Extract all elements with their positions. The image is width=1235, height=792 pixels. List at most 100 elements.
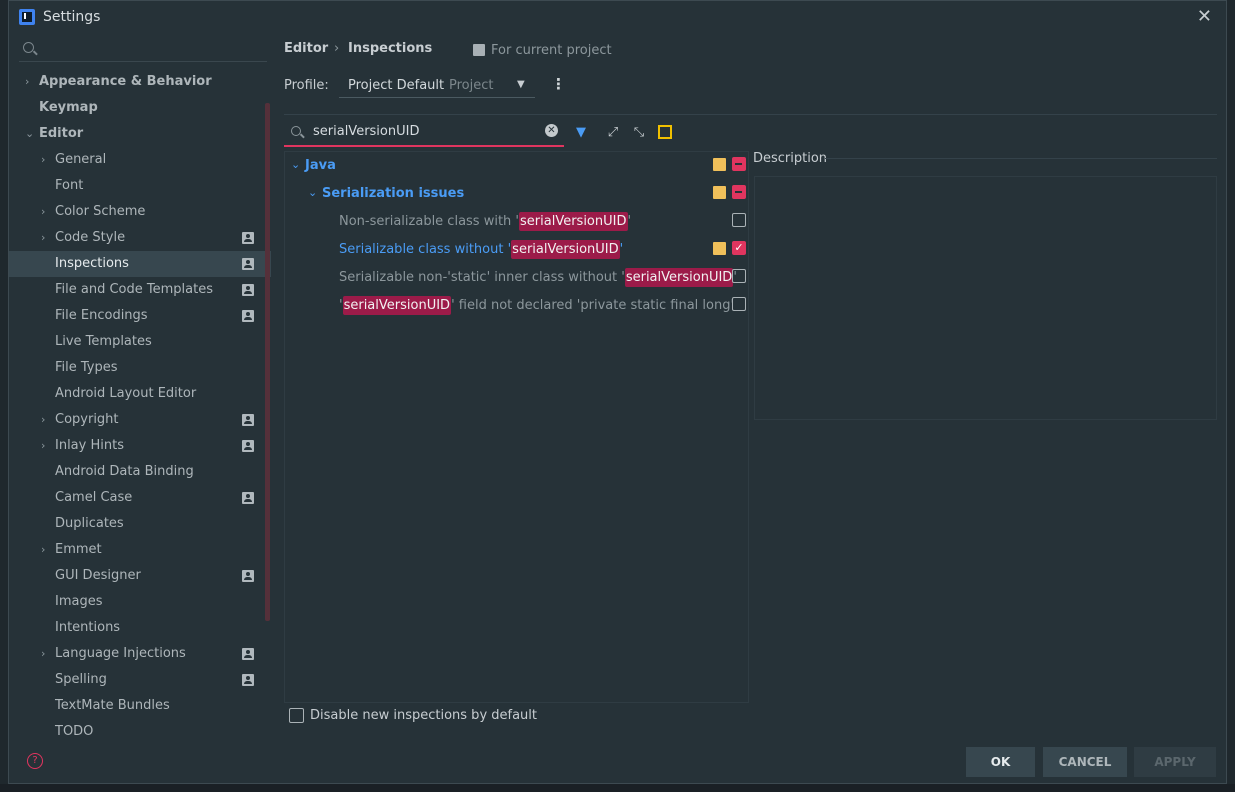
expand-all-icon[interactable]: ⤢ (605, 125, 621, 141)
group-checkbox[interactable] (732, 157, 746, 171)
sidebar-item-font[interactable]: Font (9, 173, 271, 199)
sidebar-item-images[interactable]: Images (9, 589, 271, 615)
reset-icon[interactable] (658, 125, 672, 139)
search-highlight: serialVersionUID (624, 268, 734, 287)
sidebar-item-file-and-code-templates[interactable]: File and Code Templates (9, 277, 271, 303)
more-options-icon[interactable]: ⋮ (551, 77, 566, 92)
sidebar-item-label: General (55, 152, 107, 167)
sidebar-search-input[interactable] (19, 39, 267, 62)
sidebar-item-file-types[interactable]: File Types (9, 355, 271, 381)
sidebar-item-label: Emmet (55, 542, 102, 557)
sidebar-item-duplicates[interactable]: Duplicates (9, 511, 271, 537)
chevron-right-icon[interactable]: › (41, 407, 45, 433)
inspection-row[interactable]: Serializable non-'static' inner class wi… (285, 264, 748, 292)
sidebar-item-emmet[interactable]: › Emmet (9, 537, 271, 563)
close-icon[interactable]: ✕ (1197, 6, 1212, 27)
inspection-label: Serializable non-'static' inner class wi… (339, 268, 737, 287)
collapse-all-icon[interactable]: ⤡ (631, 125, 647, 141)
profile-value: Project Default (348, 78, 445, 93)
sidebar-item-label: Live Templates (55, 334, 152, 349)
description-label: Description (753, 151, 828, 166)
chevron-right-icon[interactable]: › (41, 537, 45, 563)
clear-search-icon[interactable]: ✕ (545, 124, 558, 137)
sidebar-item-appearance-behavior[interactable]: › Appearance & Behavior (9, 69, 271, 95)
sidebar-item-code-style[interactable]: › Code Style (9, 225, 271, 251)
background-right (1227, 0, 1235, 792)
inspection-row[interactable]: Non-serializable class with 'serialVersi… (285, 208, 748, 236)
chevron-down-icon[interactable]: ⌄ (25, 121, 34, 147)
inspection-checkbox-checked[interactable]: ✓ (732, 241, 746, 255)
ok-button[interactable]: OK (966, 747, 1035, 777)
sidebar-item-label: Spelling (55, 672, 107, 687)
tree-row-serialization[interactable]: ⌄ Serialization issues (285, 180, 748, 208)
sidebar-item-live-templates[interactable]: Live Templates (9, 329, 271, 355)
inspection-label: Serializable class without 'serialVersio… (339, 240, 624, 259)
sidebar-item-color-scheme[interactable]: › Color Scheme (9, 199, 271, 225)
sidebar-item-android-layout-editor[interactable]: Android Layout Editor (9, 381, 271, 407)
sidebar-item-textmate-bundles[interactable]: TextMate Bundles (9, 693, 271, 719)
sidebar-item-label: Code Style (55, 230, 126, 245)
group-label: Serialization issues (322, 186, 465, 201)
help-button[interactable]: ? (27, 753, 43, 769)
profile-label: Profile: (284, 78, 329, 93)
sidebar-item-inspections[interactable]: Inspections (9, 251, 271, 277)
project-scope-icon (242, 440, 254, 452)
sidebar-item-label: Android Data Binding (55, 464, 194, 479)
settings-sidebar: › Appearance & Behavior Keymap ⌄ Editor › Gene… (9, 33, 275, 783)
inspection-row[interactable]: Serializable class without 'serialVersio… (285, 236, 748, 264)
sidebar-item-label: Language Injections (55, 646, 186, 661)
sidebar-item-gui-designer[interactable]: GUI Designer (9, 563, 271, 589)
apply-button[interactable]: APPLY (1134, 747, 1216, 777)
chevron-right-icon[interactable]: › (41, 147, 45, 173)
chevron-down-icon: ⌄ (308, 186, 318, 199)
severity-warning-icon (713, 186, 726, 199)
search-value: serialVersionUID (313, 124, 420, 139)
chevron-right-icon[interactable]: › (41, 199, 45, 225)
group-checkbox[interactable] (732, 185, 746, 199)
project-scope-icon (242, 414, 254, 426)
sidebar-item-label: Appearance & Behavior (39, 74, 212, 89)
filter-icon[interactable]: ▼ (573, 125, 589, 141)
sidebar-item-label: Inspections (55, 256, 129, 271)
sidebar-item-spelling[interactable]: Spelling (9, 667, 271, 693)
disable-new-checkbox[interactable] (289, 708, 304, 723)
sidebar-item-todo[interactable]: TODO (9, 719, 271, 745)
chevron-right-icon[interactable]: › (41, 641, 45, 667)
description-panel (754, 176, 1217, 420)
sidebar-item-camel-case[interactable]: Camel Case (9, 485, 271, 511)
profile-dropdown[interactable]: Project Default Project ▼ (339, 73, 535, 98)
sidebar-item-label: File Types (55, 360, 118, 375)
sidebar-scrollbar[interactable] (265, 103, 270, 621)
inspection-checkbox[interactable] (732, 269, 746, 283)
chevron-down-icon: ⌄ (291, 158, 301, 171)
sidebar-item-label: Images (55, 594, 103, 609)
project-scope-icon (242, 284, 254, 296)
disable-new-label[interactable]: Disable new inspections by default (310, 708, 537, 723)
search-highlight: serialVersionUID (511, 240, 620, 259)
cancel-button[interactable]: CANCEL (1043, 747, 1127, 777)
sidebar-item-android-data-binding[interactable]: Android Data Binding (9, 459, 271, 485)
chevron-right-icon[interactable]: › (25, 69, 29, 95)
chevron-right-icon[interactable]: › (41, 225, 45, 251)
tree-row-java[interactable]: ⌄ Java (285, 152, 748, 180)
inspection-row[interactable]: 'serialVersionUID' field not declared 'p… (285, 292, 748, 320)
sidebar-item-inlay-hints[interactable]: › Inlay Hints (9, 433, 271, 459)
sidebar-item-general[interactable]: › General (9, 147, 271, 173)
sidebar-item-label: Copyright (55, 412, 119, 427)
sidebar-item-copyright[interactable]: › Copyright (9, 407, 271, 433)
sidebar-item-keymap[interactable]: Keymap (9, 95, 271, 121)
sidebar-item-file-encodings[interactable]: File Encodings (9, 303, 271, 329)
inspection-checkbox[interactable] (732, 297, 746, 311)
inspection-checkbox[interactable] (732, 213, 746, 227)
sidebar-item-editor[interactable]: ⌄ Editor (9, 121, 271, 147)
search-highlight: serialVersionUID (519, 212, 628, 231)
sidebar-item-label: Intentions (55, 620, 121, 635)
sidebar-item-label: Android Layout Editor (55, 386, 197, 401)
chevron-right-icon[interactable]: › (41, 433, 45, 459)
settings-dialog: Settings ✕ › Appearance & Behavior Keymap ⌄… (8, 0, 1227, 784)
window-title: Settings (43, 9, 101, 25)
inspection-search-input[interactable]: serialVersionUID ✕ (284, 121, 564, 147)
sidebar-item-intentions[interactable]: Intentions (9, 615, 271, 641)
sidebar-item-label: Font (55, 178, 84, 193)
sidebar-item-language-injections[interactable]: › Language Injections (9, 641, 271, 667)
